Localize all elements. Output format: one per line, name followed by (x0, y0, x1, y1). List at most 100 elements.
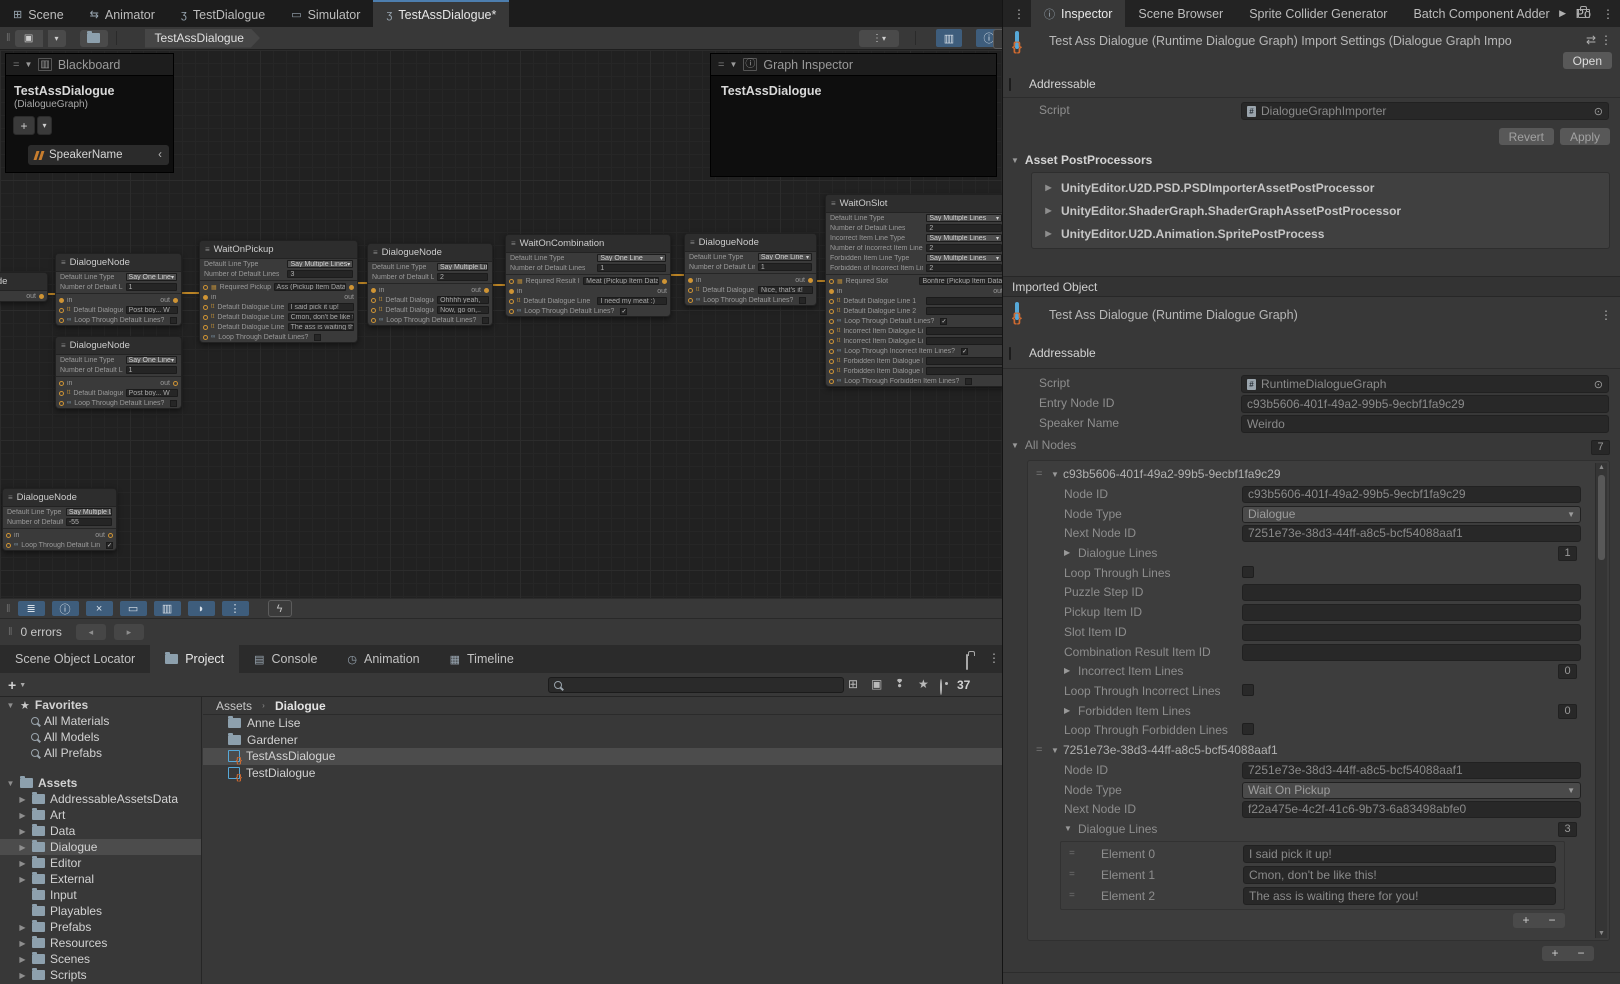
checkbox[interactable] (1242, 566, 1254, 578)
apply-button[interactable]: Apply (1560, 128, 1610, 145)
text-field[interactable] (1242, 624, 1581, 641)
field-port[interactable] (509, 299, 514, 304)
in-port[interactable] (59, 381, 64, 386)
nodes-scrollbar[interactable]: ▲ ▼ (1595, 463, 1607, 938)
node-text-field[interactable] (926, 367, 1002, 375)
field-port[interactable] (203, 335, 208, 340)
checkbox[interactable] (1242, 723, 1254, 735)
object-field[interactable]: Meat (Pickup Item Data) ⊙ (583, 277, 659, 285)
doc-tab-scene[interactable]: ⊞Scene (0, 0, 77, 27)
field-port[interactable] (829, 379, 834, 384)
postprocessor-unityeditor-shadergraph-shadergraphassetpostprocessor[interactable]: ▶UnityEditor.ShaderGraph.ShaderGraphAsse… (1032, 199, 1609, 222)
object-field[interactable]: Bonfire (Pickup Item Data) ⊙ (919, 277, 1002, 285)
field-port[interactable] (203, 305, 208, 310)
error-bar-grip[interactable]: ‖ (8, 626, 13, 638)
out-port[interactable] (39, 294, 44, 299)
drag-handle-icon[interactable]: = (1036, 468, 1041, 480)
folder-row-editor[interactable]: ▶Editor (0, 855, 201, 871)
favorite-all-models[interactable]: All Models (0, 729, 201, 745)
breadcrumb-root[interactable]: Assets (216, 699, 252, 713)
foldout-caret-icon[interactable]: ▼ (1051, 470, 1059, 479)
caret-icon[interactable]: ▶ (18, 939, 27, 948)
graph-node-wait-on-slot[interactable]: ≡WaitOnSlotDefault Line TypeSay Multiple… (825, 194, 1002, 387)
speaker-name-field[interactable]: Weirdo (1241, 415, 1609, 433)
graph-node-dialogue-2[interactable]: ≡DialogueNodeDefault Line TypeSay One Li… (55, 336, 182, 409)
caret-icon[interactable]: ▶ (1044, 183, 1053, 192)
node-checkbox[interactable] (965, 378, 972, 385)
node-header[interactable]: ≡StartNode (0, 273, 47, 291)
blackboard-panel[interactable]: = ▼ ▥ Blackboard TestAssDialogue (Dialog… (5, 53, 174, 173)
importer-menu-icon[interactable]: ⋮ (1600, 33, 1612, 47)
entry-node-field[interactable]: c93b5606-401f-49a2-99b5-9ecbf1fa9c29 (1241, 395, 1609, 413)
field-port[interactable] (829, 309, 834, 314)
node-text-field[interactable]: Cmon, don't be like this! (288, 313, 354, 321)
in-port[interactable] (509, 289, 514, 294)
node-group-c93b5606-401f-49a2-99b5-9ecbf1fa9c29[interactable]: =▼c93b5606-401f-49a2-99b5-9ecbf1fa9c29 (1028, 465, 1609, 485)
element-field[interactable]: I said pick it up! (1243, 845, 1556, 863)
count-field[interactable]: 1 (1558, 546, 1577, 561)
audio-icon[interactable]: ◗ (188, 601, 215, 616)
caret-icon[interactable]: ▶ (18, 875, 27, 884)
foldout-caret-icon[interactable]: ▼ (1051, 746, 1059, 755)
blackboard-header[interactable]: = ▼ ▥ Blackboard (6, 54, 173, 76)
doc-tab-testassdialogue[interactable]: ʒTestAssDialogue* (373, 0, 509, 27)
prev-error-button[interactable]: ◂ (76, 624, 106, 640)
node-text-field[interactable] (926, 357, 1002, 365)
node-text-field[interactable] (926, 337, 1002, 345)
node-checkbox[interactable]: ✓ (961, 348, 968, 355)
blackboard-property-speakername[interactable]: SpeakerName ‹ (28, 145, 169, 165)
field-port[interactable] (688, 298, 693, 303)
tab-scene-object-locator[interactable]: Scene Object Locator (0, 645, 150, 673)
folder-row-resources[interactable]: ▶Resources (0, 935, 201, 951)
folder-row-art[interactable]: ▶Art (0, 807, 201, 823)
dock-menu-icon[interactable]: ⋮ (1003, 7, 1031, 21)
inspector-tab-batch-component-adder[interactable]: Batch Component Adder (1400, 0, 1562, 27)
foldout-caret-icon[interactable]: ▶ (1064, 706, 1070, 715)
object-picker-icon[interactable]: ⊙ (1594, 378, 1603, 391)
folder-row-scripts[interactable]: ▶Scripts (0, 967, 201, 983)
window-icon[interactable]: ▭ (120, 601, 147, 616)
field-port[interactable] (59, 308, 64, 313)
toolbar-grip[interactable]: ‖ (6, 32, 11, 44)
file-row-anne-lise[interactable]: Anne Lise (203, 715, 1002, 732)
graph-node-dialogue-3[interactable]: ≡DialogueNodeDefault Line TypeSay Multip… (367, 243, 493, 326)
lock-icon[interactable] (966, 654, 968, 670)
imported-script-field[interactable]: # RuntimeDialogueGraph ⊙ (1241, 375, 1609, 393)
field-port[interactable] (829, 369, 834, 374)
remove-element-button[interactable]: − (1539, 913, 1565, 928)
scrollbar-thumb[interactable] (1598, 475, 1605, 560)
postprocessor-unityeditor-u2d-animation-spritepostprocess[interactable]: ▶UnityEditor.U2D.Animation.SpritePostPro… (1032, 222, 1609, 245)
node-text-field[interactable] (926, 327, 1002, 335)
doc-tab-animator[interactable]: ⇆Animator (77, 0, 168, 27)
field-port[interactable] (59, 391, 64, 396)
count-field[interactable]: 0 (1558, 704, 1577, 719)
frame-all-button[interactable]: ϟ (268, 600, 292, 617)
inspector-lock-icon[interactable] (1578, 9, 1590, 18)
foldout-caret-icon[interactable]: ▶ (1064, 548, 1070, 557)
blackboard-toggle-button[interactable]: ▥ (936, 29, 962, 47)
field-port[interactable] (509, 309, 514, 314)
graph-inspector-panel[interactable]: = ▼ ⓘ Graph Inspector TestAssDialogue (710, 53, 997, 177)
caret-icon[interactable]: ▶ (18, 811, 27, 820)
checkbox[interactable] (1242, 684, 1254, 696)
node-text-field[interactable]: The ass is waiting there for (288, 323, 354, 331)
text-field[interactable] (1242, 644, 1581, 661)
drag-handle-icon[interactable]: = (1069, 848, 1074, 859)
footer-grip[interactable]: ‖ (6, 603, 11, 615)
doc-tab-testdialogue[interactable]: ʒTestDialogue (168, 0, 278, 27)
node-header[interactable]: ≡WaitOnCombination (506, 235, 670, 253)
dropdown-field[interactable]: Dialogue▼ (1242, 506, 1581, 523)
element-field[interactable]: Cmon, don't be like this! (1243, 866, 1556, 884)
package-filter-icon[interactable]: ▣ (871, 677, 882, 691)
tab-timeline[interactable]: ▦Timeline (435, 645, 529, 673)
inspector-menu-icon[interactable]: ⋮ (1602, 7, 1614, 21)
count-field[interactable]: 0 (1558, 664, 1577, 679)
out-port[interactable] (808, 278, 813, 283)
doc-tab-simulator[interactable]: ▭Simulator (278, 0, 373, 27)
collapse-caret-icon[interactable]: ▼ (24, 60, 32, 69)
foldout-caret-icon[interactable]: ▼ (1064, 824, 1072, 833)
graph-canvas[interactable]: ≡StartNodeSpeakerNameout≡DialogueNodeDef… (0, 50, 1002, 598)
field-port[interactable] (829, 339, 834, 344)
graph-node-wait-on-pickup[interactable]: ≡WaitOnPickupDefault Line TypeSay Multip… (199, 240, 358, 343)
node-header[interactable]: ≡DialogueNode (56, 337, 181, 355)
